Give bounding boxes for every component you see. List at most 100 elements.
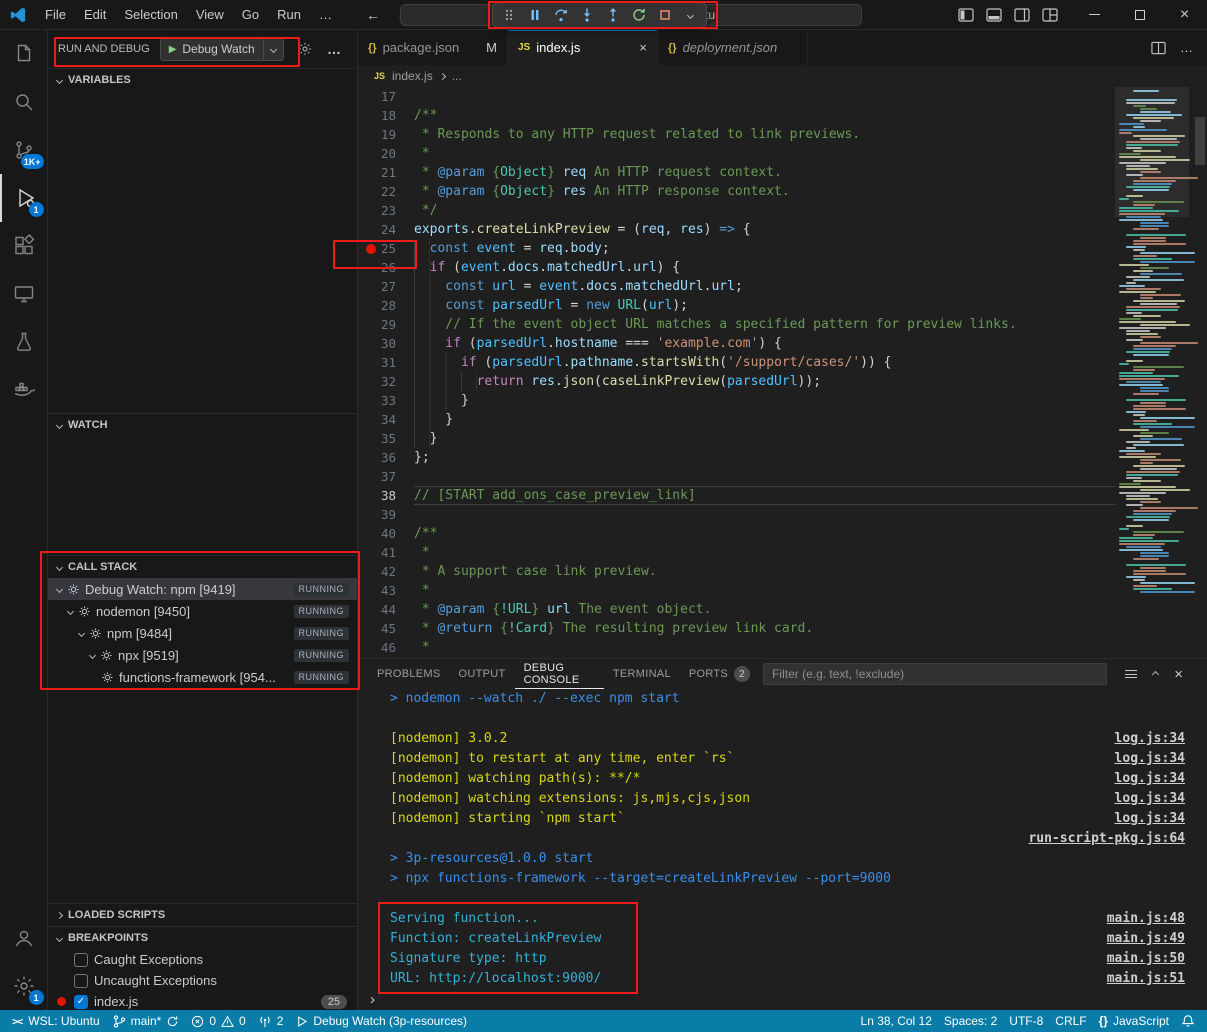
output-actions-icon[interactable]	[1125, 668, 1137, 681]
code-text[interactable]: * A support case link preview.	[414, 562, 1115, 581]
line-number-gutter[interactable]: 17	[358, 87, 414, 106]
forwarded-ports-status[interactable]: 2	[252, 1010, 290, 1032]
breakpoint-item[interactable]: Caught Exceptions	[48, 949, 357, 970]
menu-item-edit[interactable]: Edit	[76, 4, 114, 25]
code-text[interactable]: if (parsedUrl.pathname.startsWith('/supp…	[414, 353, 1115, 372]
debug-console-input[interactable]: ›	[358, 988, 1207, 1010]
checkbox[interactable]: ✓	[74, 995, 88, 1009]
source-link[interactable]: main.js:48	[1107, 909, 1185, 929]
code-text[interactable]: // If the event object URL matches a spe…	[414, 315, 1115, 334]
code-text[interactable]: /**	[414, 106, 1115, 125]
breakpoint-item[interactable]: Uncaught Exceptions	[48, 970, 357, 991]
panel-tab-ports[interactable]: PORTS2	[680, 659, 759, 689]
code-text[interactable]: * @param {!URL} url The event object.	[414, 600, 1115, 619]
chevron-down-icon[interactable]	[56, 585, 63, 592]
panel-tab-debug-console[interactable]: DEBUG CONSOLE	[515, 659, 604, 689]
panel-tab-terminal[interactable]: TERMINAL	[604, 659, 680, 689]
gear-icon[interactable]	[297, 41, 313, 57]
close-panel-icon[interactable]: ×	[1174, 666, 1183, 683]
chevron-down-icon[interactable]	[67, 607, 74, 614]
call-stack-session[interactable]: npm [9484]RUNNING	[48, 622, 357, 644]
step-over-button[interactable]	[548, 4, 573, 26]
debug-session-chevron-icon[interactable]	[678, 4, 703, 26]
code-text[interactable]: *	[414, 581, 1115, 600]
breadcrumb-file[interactable]: index.js	[392, 69, 433, 83]
stop-button[interactable]	[652, 4, 677, 26]
checkbox[interactable]	[74, 974, 88, 988]
line-number-gutter[interactable]: 37	[358, 467, 414, 486]
activity-remote-explorer[interactable]	[0, 270, 48, 318]
code-text[interactable]: const event = req.body;	[414, 239, 1115, 258]
code-text[interactable]: *	[414, 144, 1115, 163]
activity-extensions[interactable]	[0, 222, 48, 270]
variables-section-header[interactable]: VARIABLES	[48, 69, 357, 91]
toggle-panel-button[interactable]	[986, 8, 1002, 22]
console-filter-input[interactable]	[763, 663, 1107, 685]
split-editor-icon[interactable]	[1151, 41, 1166, 55]
chevron-down-icon[interactable]	[89, 651, 96, 658]
step-into-button[interactable]	[574, 4, 599, 26]
encoding-status[interactable]: UTF-8	[1003, 1010, 1049, 1032]
source-link[interactable]: log.js:34	[1115, 809, 1185, 829]
tab-index.js[interactable]: JSindex.js×	[508, 30, 658, 65]
line-number-gutter[interactable]: 36	[358, 448, 414, 467]
code-text[interactable]	[414, 87, 1115, 106]
close-button[interactable]: ×	[1162, 0, 1207, 29]
call-stack-section-header[interactable]: CALL STACK	[48, 556, 357, 578]
maximize-panel-icon[interactable]	[1152, 670, 1159, 677]
line-number-gutter[interactable]: 30	[358, 334, 414, 353]
line-number-gutter[interactable]: 18	[358, 106, 414, 125]
tab-deployment.json[interactable]: {}deployment.json	[658, 30, 808, 65]
panel-tab-problems[interactable]: PROBLEMS	[368, 659, 450, 689]
step-out-button[interactable]	[600, 4, 625, 26]
code-text[interactable]: * @return {!Card} The resulting preview …	[414, 619, 1115, 638]
code-text[interactable]: if (event.docs.matchedUrl.url) {	[414, 258, 1115, 277]
line-number-gutter[interactable]: 28	[358, 296, 414, 315]
editor-scrollbar[interactable]	[1195, 117, 1205, 165]
line-number-gutter[interactable]: 25	[358, 239, 414, 258]
source-link[interactable]: log.js:34	[1115, 789, 1185, 809]
menu-item-run[interactable]: Run	[269, 4, 309, 25]
watch-section-header[interactable]: WATCH	[48, 414, 357, 436]
menu-item-file[interactable]: File	[37, 4, 74, 25]
call-stack-session[interactable]: functions-framework [954...RUNNING	[48, 666, 357, 688]
code-text[interactable]: /**	[414, 524, 1115, 543]
code-text[interactable]	[414, 505, 1115, 524]
more-actions-icon[interactable]: …	[327, 41, 341, 57]
line-number-gutter[interactable]: 24	[358, 220, 414, 239]
menu-item-more[interactable]: …	[311, 4, 340, 25]
code-text[interactable]: return res.json(caseLinkPreview(parsedUr…	[414, 372, 1115, 391]
activity-search[interactable]	[0, 78, 48, 126]
breakpoints-section-header[interactable]: BREAKPOINTS	[48, 927, 357, 949]
indentation-status[interactable]: Spaces: 2	[938, 1010, 1003, 1032]
code-text[interactable]: };	[414, 448, 1115, 467]
tab-package.json[interactable]: {}package.jsonM	[358, 30, 508, 65]
line-number-gutter[interactable]: 41	[358, 543, 414, 562]
menu-item-selection[interactable]: Selection	[116, 4, 185, 25]
breakpoint-icon[interactable]	[366, 244, 376, 254]
activity-settings[interactable]: 1	[0, 962, 48, 1010]
code-text[interactable]: }	[414, 391, 1115, 410]
source-link[interactable]: main.js:50	[1107, 949, 1185, 969]
code-text[interactable]: const url = event.docs.matchedUrl.url;	[414, 277, 1115, 296]
source-link[interactable]: log.js:34	[1115, 749, 1185, 769]
start-debugging-icon[interactable]: ▶	[169, 44, 177, 55]
line-number-gutter[interactable]: 39	[358, 505, 414, 524]
grip-icon[interactable]	[496, 4, 521, 26]
line-number-gutter[interactable]: 22	[358, 182, 414, 201]
line-number-gutter[interactable]: 21	[358, 163, 414, 182]
activity-explorer[interactable]	[0, 30, 48, 78]
source-link[interactable]: main.js:51	[1107, 969, 1185, 988]
code-text[interactable]: *	[414, 638, 1115, 657]
code-text[interactable]: exports.createLinkPreview = (req, res) =…	[414, 220, 1115, 239]
code-text[interactable]: // [START add_ons_case_preview_link]	[414, 486, 1115, 505]
line-number-gutter[interactable]: 31	[358, 353, 414, 372]
call-stack-session[interactable]: npx [9519]RUNNING	[48, 644, 357, 666]
line-number-gutter[interactable]: 46	[358, 638, 414, 657]
menu-item-view[interactable]: View	[188, 4, 232, 25]
line-number-gutter[interactable]: 44	[358, 600, 414, 619]
code-text[interactable]: }	[414, 410, 1115, 429]
source-link[interactable]: main.js:49	[1107, 929, 1185, 949]
more-actions-icon[interactable]: …	[1180, 40, 1193, 55]
loaded-scripts-section-header[interactable]: LOADED SCRIPTS	[48, 904, 357, 926]
